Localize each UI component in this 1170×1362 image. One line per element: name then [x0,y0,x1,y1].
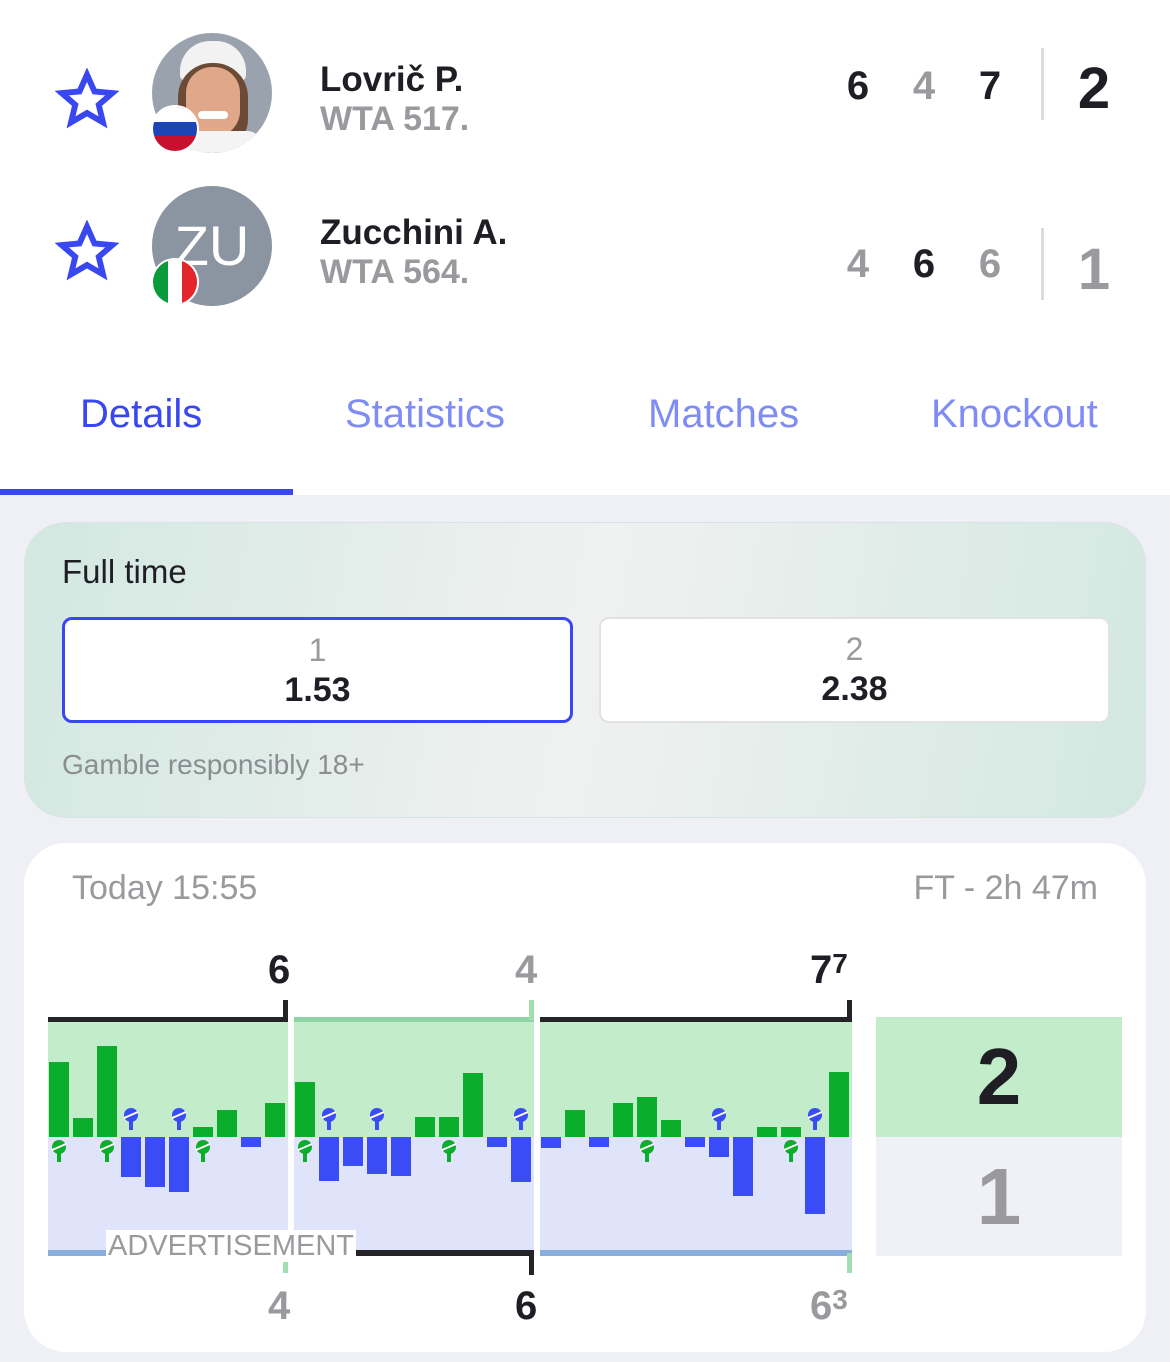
game-bar [613,1103,633,1137]
set-bracket-top [294,1017,534,1022]
game-bar [241,1137,261,1147]
tiebreak-score: 3 [832,1284,848,1315]
game-bar [781,1127,801,1137]
score: 6 [810,1284,833,1328]
sets-won-bottom: 1 [876,1137,1122,1256]
game-bar [73,1118,93,1137]
game-bar [661,1120,681,1137]
score: 7 [810,948,833,992]
game-bar [805,1137,825,1214]
game-bar [709,1137,729,1157]
game-bar [145,1137,165,1187]
game-bar [391,1137,411,1176]
set-score-bottom: 4 [268,1284,291,1328]
game-bar [589,1137,609,1147]
game-bar [685,1137,705,1147]
set-bracket-top [540,1017,852,1022]
game-bar [733,1137,753,1196]
game-bar [439,1117,459,1137]
set-bracket-tick [847,1253,852,1273]
set-bracket-tick [529,1253,534,1275]
set-bracket-tick [529,1000,534,1020]
game-bar [487,1137,507,1147]
set-score-top: 4 [515,948,538,992]
set-bg-top [540,1022,852,1137]
set-bracket-bottom [540,1250,852,1256]
game-bar [193,1127,213,1137]
set-bracket-tick [283,1000,288,1020]
game-bar [541,1137,561,1148]
game-bar [169,1137,189,1192]
game-bar [367,1137,387,1174]
game-bar [319,1137,339,1181]
set-score-bottom: 6 [515,1284,538,1328]
set-score-bottom: 63 [810,1284,848,1329]
set-score-top: 6 [268,948,291,992]
advertisement-label: ADVERTISEMENT [106,1230,357,1262]
game-bar [463,1073,483,1137]
game-bar [637,1097,657,1137]
set-bracket-tick [847,1000,852,1020]
game-bar [829,1072,849,1137]
game-bar [97,1046,117,1137]
set-bracket-top [48,1017,288,1022]
game-bar [757,1127,777,1137]
tiebreak-score: 7 [832,948,848,979]
set-score-top: 77 [810,948,848,993]
game-bar [415,1117,435,1137]
game-bar [343,1137,363,1166]
game-bar [565,1110,585,1137]
sets-won-top: 2 [876,1017,1122,1137]
game-bar [217,1110,237,1137]
game-bar [511,1137,531,1182]
game-bar [265,1103,285,1137]
game-bar [295,1082,315,1137]
game-bar [49,1062,69,1137]
game-bar [121,1137,141,1177]
